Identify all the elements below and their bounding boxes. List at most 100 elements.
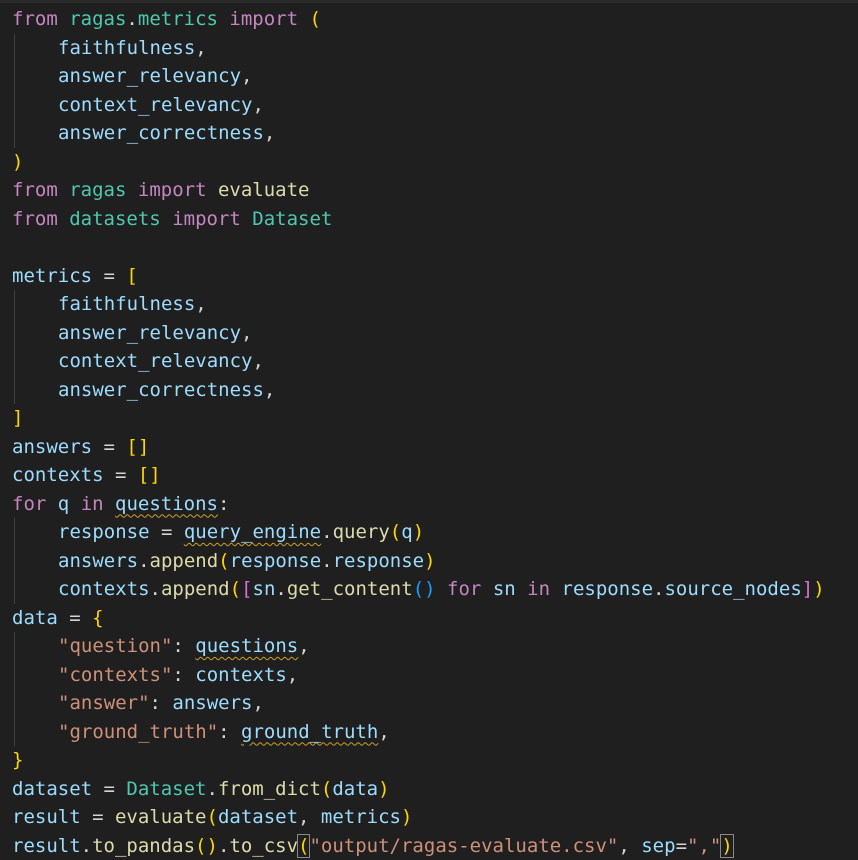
code-token: response [562,578,654,600]
code-line[interactable]: contexts = [] [12,461,858,490]
code-token: answers [172,692,252,714]
code-token: . [150,578,161,600]
code-line[interactable]: ) [12,148,858,177]
code-token: [ [241,578,252,600]
code-line[interactable]: data = { [12,604,858,633]
code-token: answer_correctness [58,122,264,144]
code-token: = [676,835,687,857]
code-token: contexts [195,664,287,686]
code-token: answer_relevancy [58,65,241,87]
code-line[interactable]: contexts.append([sn.get_content() for sn… [12,575,858,604]
code-token: ( [321,778,332,800]
code-token: query_engine [184,521,321,543]
code-line[interactable]: response = query_engine.query(q) [12,518,858,547]
code-token: q [401,521,412,543]
code-token [550,578,561,600]
indent-guide [14,547,15,576]
code-line[interactable]: result = evaluate(dataset, metrics) [12,803,858,832]
code-token [69,493,80,515]
code-token: ragas [69,179,126,201]
code-line[interactable]: answer_correctness, [12,119,858,148]
code-token: "ground_truth" [58,721,218,743]
code-token: : [150,692,173,714]
code-token: result [12,806,81,828]
code-token: ( [310,8,321,30]
code-token: ] [802,578,813,600]
indent-guide [14,62,15,91]
indent-guide [14,575,15,604]
code-token: ) [721,835,732,857]
code-line[interactable]: "question": questions, [12,632,858,661]
code-token [481,578,492,600]
code-token: append [161,578,230,600]
code-token [126,179,137,201]
code-lines: from ragas.metrics import (faithfulness,… [12,5,858,860]
code-token: import [138,179,207,201]
code-token: () [195,835,218,857]
code-line[interactable]: dataset = Dataset.from_dict(data) [12,775,858,804]
code-line[interactable]: answer_relevancy, [12,319,858,348]
code-token: . [321,521,332,543]
code-line[interactable]: context_relevancy, [12,347,858,376]
code-token [207,179,218,201]
code-line[interactable]: ] [12,404,858,433]
code-line[interactable]: from ragas.metrics import ( [12,5,858,34]
code-line[interactable]: from datasets import Dataset [12,205,858,234]
code-token: , [252,692,263,714]
indent-guide [14,319,15,348]
code-token: . [81,835,92,857]
code-token: answer_relevancy [58,322,241,344]
code-line[interactable]: context_relevancy, [12,91,858,120]
code-line[interactable]: faithfulness, [12,34,858,63]
code-token: "output/ragas-evaluate.csv" [309,835,618,857]
code-token: ( [206,806,217,828]
code-line[interactable]: "ground_truth": ground_truth, [12,718,858,747]
code-token: data [332,778,378,800]
code-line[interactable]: } [12,746,858,775]
code-token: . [321,550,332,572]
code-token: = [104,464,138,486]
code-token: } [12,749,23,771]
code-line[interactable] [12,233,858,262]
code-line[interactable]: result.to_pandas().to_csv("output/ragas-… [12,832,858,860]
code-token: , [252,94,263,116]
code-line[interactable]: metrics = [ [12,262,858,291]
code-token: questions [195,635,298,657]
code-line[interactable]: from ragas import evaluate [12,176,858,205]
code-line[interactable]: answer_correctness, [12,376,858,405]
indent-guide [14,376,15,405]
code-token: [] [138,464,161,486]
code-token: = [92,778,126,800]
code-token: faithfulness [58,37,195,59]
code-line[interactable]: answer_relevancy, [12,62,858,91]
code-token [104,493,115,515]
code-editor[interactable]: from ragas.metrics import (faithfulness,… [0,0,858,859]
code-token: [] [126,436,149,458]
code-token: , [298,635,309,657]
code-line[interactable]: faithfulness, [12,290,858,319]
code-token: dataset [12,778,92,800]
code-token: , [195,37,206,59]
code-line[interactable]: answers.append(response.response) [12,547,858,576]
code-line[interactable]: "answer": answers, [12,689,858,718]
indent-guide [14,290,15,319]
code-token: : [172,664,195,686]
code-token: , [241,322,252,344]
code-token: , [298,806,321,828]
code-token: : [218,721,241,743]
code-token: metrics [321,806,401,828]
code-token: , [264,122,275,144]
code-token: sn [253,578,276,600]
code-line[interactable]: answers = [] [12,433,858,462]
code-token: . [653,578,664,600]
code-token: ) [813,578,824,600]
code-token: in [527,578,550,600]
code-line[interactable]: "contexts": contexts, [12,661,858,690]
code-line[interactable]: for q in questions: [12,490,858,519]
code-token: query [333,521,390,543]
code-token: answer_correctness [58,379,264,401]
code-token: ragas [69,8,126,30]
code-token: response [333,550,425,572]
code-token: data [12,607,58,629]
code-token: import [172,208,241,230]
